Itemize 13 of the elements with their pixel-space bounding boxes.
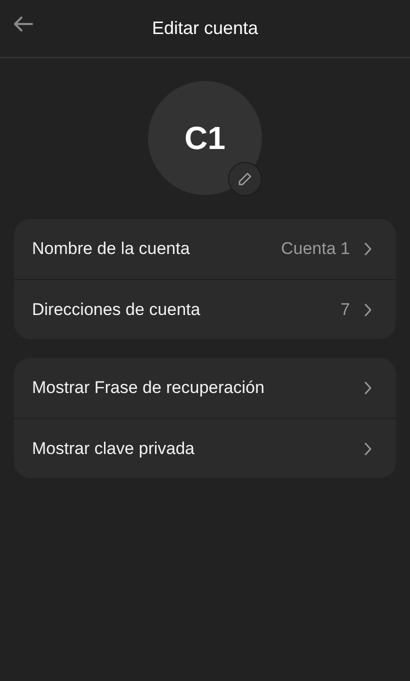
settings-row[interactable]: Mostrar clave privada — [14, 418, 396, 478]
chevron-right-icon — [364, 302, 372, 316]
chevron-right-icon — [364, 242, 372, 256]
back-arrow-icon[interactable] — [13, 16, 33, 32]
settings-row[interactable]: Nombre de la cuenta Cuenta 1 — [14, 219, 396, 279]
chevron-right-icon — [364, 381, 372, 395]
edit-avatar-button[interactable] — [228, 162, 262, 196]
screen-title: Editar cuenta — [152, 18, 258, 39]
settings-row[interactable]: Direcciones de cuenta 7 — [14, 279, 396, 339]
settings-row[interactable]: Mostrar Frase de recuperación — [14, 358, 396, 418]
pencil-icon — [237, 171, 253, 187]
account-avatar: C1 — [148, 81, 262, 195]
chevron-right-icon — [364, 442, 372, 456]
